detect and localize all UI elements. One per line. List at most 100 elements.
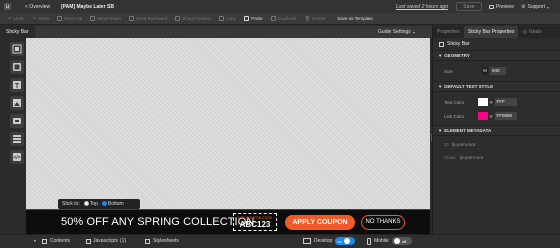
- size-label: Size: [444, 68, 453, 74]
- move-down-label: Move Down: [97, 16, 121, 21]
- save-as-template-button[interactable]: Save as Template: [337, 16, 373, 21]
- tool-custom-html[interactable]: </>: [10, 150, 24, 164]
- send-backward-label: Send Backward: [135, 16, 168, 21]
- guide-settings-button[interactable]: Guide Settings ▾: [378, 29, 415, 35]
- tool-text[interactable]: T: [10, 78, 24, 92]
- support-menu[interactable]: ⚙ Support ▾: [521, 4, 549, 10]
- move-down-icon: [90, 16, 96, 21]
- stick-top-radio[interactable]: Top: [83, 201, 98, 207]
- tool-box[interactable]: [10, 60, 24, 74]
- desktop-switch-state: on: [337, 238, 342, 244]
- class-row: Class: lp-pom-root: [433, 151, 560, 164]
- gear-icon: ⚙: [521, 4, 526, 10]
- duplicate-icon: [270, 16, 276, 21]
- class-value: lp-pom-root: [460, 155, 484, 160]
- send-backward-icon: [128, 16, 134, 21]
- tab-properties[interactable]: Properties: [433, 26, 464, 38]
- last-saved-status[interactable]: Last saved 2 hours ago: [396, 4, 448, 10]
- copy-button[interactable]: Copy: [218, 16, 237, 21]
- tab-goals[interactable]: ◎ Goals: [518, 26, 545, 38]
- script-icon: [86, 238, 91, 244]
- desktop-label: Desktop: [314, 238, 333, 244]
- promo-headline[interactable]: 50% OFF ANY SPRING COLLECTION: [61, 216, 254, 228]
- javascripts-button[interactable]: Javascripts (1): [86, 238, 126, 244]
- delete-button[interactable]: 🗑 Delete: [304, 16, 325, 22]
- tool-image[interactable]: [10, 96, 24, 110]
- tab-sticky-bar[interactable]: Sticky Bar: [0, 26, 35, 38]
- link-color-swatch[interactable]: [478, 112, 488, 120]
- bring-forward-button[interactable]: Bring Forward: [175, 16, 211, 21]
- text-color-swatch[interactable]: [478, 98, 488, 106]
- no-thanks-button[interactable]: NO THANKS: [361, 215, 405, 230]
- link-color-input[interactable]: FF0086: [494, 112, 517, 120]
- mobile-switch[interactable]: off: [391, 237, 412, 245]
- delete-label: Delete: [312, 16, 326, 21]
- mobile-label: Mobile: [374, 238, 389, 244]
- layers-icon: [42, 238, 47, 244]
- size-row: Size W 940: [433, 61, 560, 81]
- copy-label: Copy: [225, 16, 237, 21]
- trash-icon: 🗑: [304, 15, 311, 21]
- contents-button[interactable]: Contents: [42, 238, 70, 244]
- duplicate-button[interactable]: Duplicate: [270, 16, 296, 21]
- contents-label: Contents: [50, 238, 71, 244]
- sticky-bar-icon: [439, 41, 444, 47]
- stick-to-control: Stick to: Top Bottom: [58, 199, 140, 209]
- bring-forward-icon: [175, 16, 181, 21]
- hash-symbol: #: [490, 113, 493, 119]
- switch-knob: [393, 238, 400, 244]
- selected-element-label: Sticky Bar: [447, 41, 470, 47]
- tool-section[interactable]: [10, 42, 24, 56]
- copy-icon: [218, 16, 224, 21]
- canvas-tab-bar: Sticky Bar Guide Settings ▾: [0, 26, 432, 38]
- coupon-box[interactable]: USE COUPON CODE ABC123: [233, 213, 277, 231]
- mobile-toggle[interactable]: Mobile off: [367, 237, 412, 245]
- width-input[interactable]: 940: [490, 67, 506, 75]
- collapse-arrow-icon[interactable]: ▸: [34, 238, 37, 244]
- edit-toolbar: ↶ Undo ↷ Redo Move Up Move Down Send Backw…: [0, 13, 560, 25]
- chevron-down-icon: ▾: [547, 4, 550, 10]
- tool-button[interactable]: [10, 114, 24, 128]
- selected-element-header: Sticky Bar: [433, 38, 560, 50]
- chevron-down-icon: ▾: [412, 29, 415, 35]
- coupon-code: ABC123: [239, 220, 271, 229]
- stick-bottom-radio[interactable]: Bottom: [101, 201, 124, 207]
- move-up-button[interactable]: Move Up: [57, 16, 82, 21]
- send-backward-button[interactable]: Send Backward: [128, 16, 168, 21]
- goals-label: Goals: [528, 29, 542, 35]
- redo-button[interactable]: ↷ Redo: [33, 16, 50, 22]
- desktop-toggle[interactable]: Desktop on: [303, 237, 356, 245]
- undo-label: Undo: [13, 16, 25, 21]
- metadata-section-header[interactable]: ▾ ELEMENT METADATA: [433, 125, 560, 136]
- form-icon: [13, 135, 21, 143]
- stylesheets-button[interactable]: Stylesheets: [145, 238, 179, 244]
- radio-icon: [83, 201, 89, 207]
- paste-label: Paste: [251, 16, 263, 21]
- geometry-section-header[interactable]: ▾ GEOMETRY: [433, 50, 560, 61]
- move-down-button[interactable]: Move Down: [90, 16, 121, 21]
- text-icon: T: [13, 81, 21, 90]
- sticky-bar-preview[interactable]: 50% OFF ANY SPRING COLLECTION USE COUPON…: [26, 209, 430, 234]
- mobile-icon: [367, 237, 371, 245]
- bring-forward-label: Bring Forward: [182, 16, 211, 21]
- app-logo-icon[interactable]: u: [4, 3, 11, 10]
- preview-button[interactable]: Preview: [489, 4, 514, 10]
- desktop-switch[interactable]: on: [335, 237, 356, 245]
- id-label: ID:: [444, 142, 450, 147]
- overview-link[interactable]: < Overview: [25, 4, 50, 10]
- width-unit: W: [482, 67, 488, 75]
- tool-form[interactable]: [10, 132, 24, 146]
- code-icon: </>: [13, 153, 21, 161]
- section-icon: [12, 44, 22, 54]
- text-style-section-header[interactable]: ▾ DEFAULT TEXT STYLE: [433, 81, 560, 92]
- chevron-down-icon: ▾: [439, 83, 442, 89]
- save-button[interactable]: Save: [456, 2, 482, 11]
- move-up-icon: [57, 16, 63, 21]
- stylesheets-label: Stylesheets: [153, 238, 179, 244]
- paste-button[interactable]: Paste: [244, 16, 263, 21]
- link-color-row: Link Color # FF0086: [433, 109, 560, 123]
- text-color-input[interactable]: FFF: [494, 98, 517, 106]
- tab-sticky-bar-properties[interactable]: Sticky Bar Properties: [463, 26, 519, 38]
- undo-button[interactable]: ↶ Undo: [8, 16, 25, 22]
- apply-coupon-button[interactable]: APPLY COUPON: [285, 215, 355, 230]
